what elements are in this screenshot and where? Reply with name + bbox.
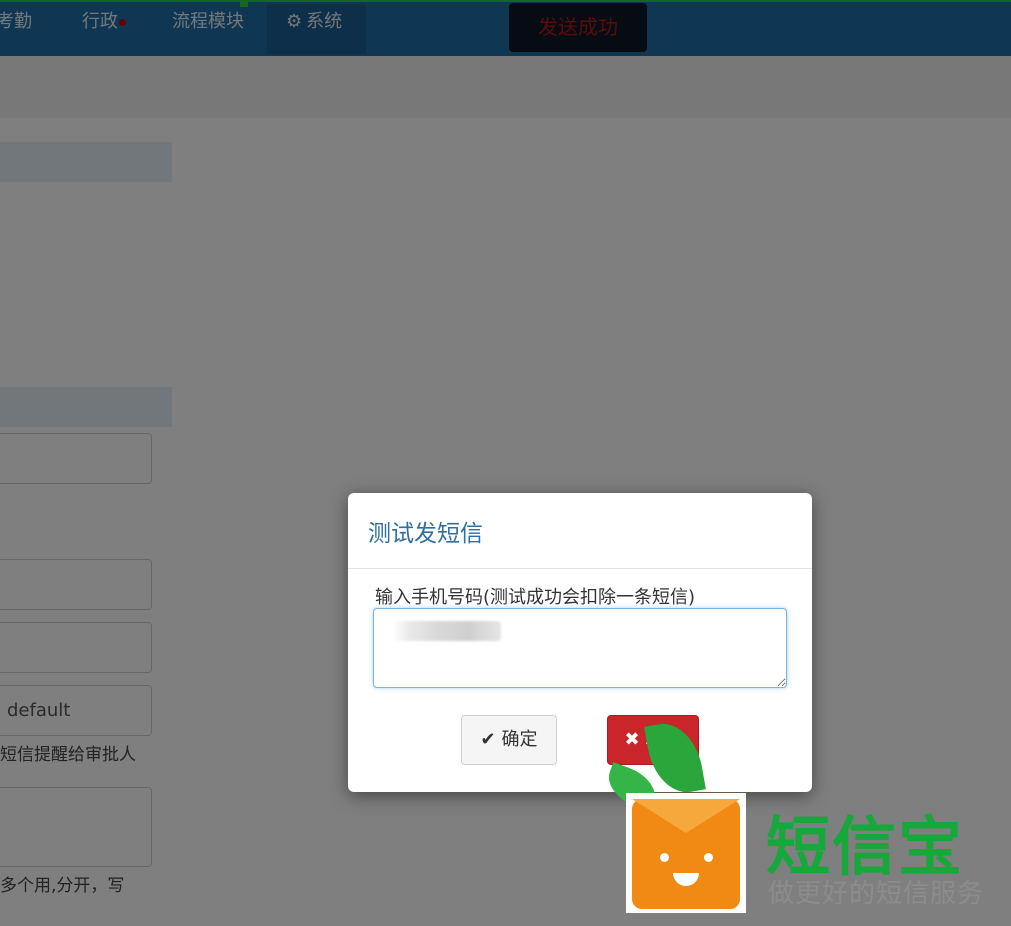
redacted-phone-number (393, 621, 501, 641)
confirm-button[interactable]: ✔ 确定 (461, 715, 557, 765)
brand-slogan: 做更好的短信服务 (768, 879, 985, 909)
dialog-divider (348, 568, 812, 569)
test-sms-dialog: 测试发短信 输入手机号码(测试成功会扣除一条短信) ✔确定 ✖取消 (348, 493, 812, 792)
phone-input[interactable] (373, 608, 787, 688)
logo-envelope-flap (632, 799, 740, 833)
phone-label: 输入手机号码(测试成功会扣除一条短信) (375, 587, 696, 608)
check-icon: ✔ (480, 729, 496, 750)
confirm-label: 确定 (501, 729, 538, 750)
dialog-title: 测试发短信 (368, 521, 483, 547)
logo-eye (660, 853, 669, 862)
logo-eye (704, 853, 713, 862)
sms-bao-logo (626, 793, 746, 913)
close-icon: ✖ (624, 729, 640, 750)
